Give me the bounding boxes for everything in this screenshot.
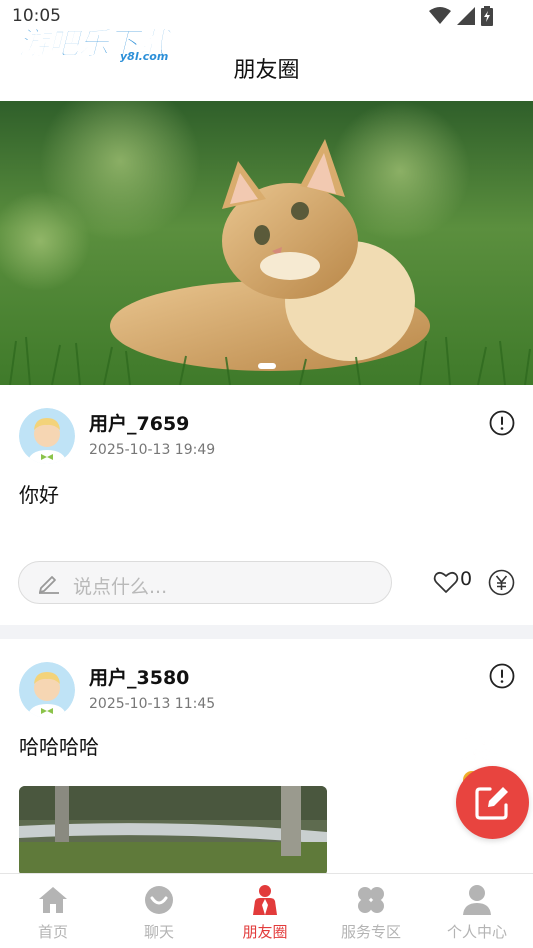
user-avatar-icon	[19, 662, 75, 718]
yuan-circle-icon	[488, 569, 515, 596]
user-avatar-icon	[19, 408, 75, 464]
page-title: 朋友圈	[233, 58, 300, 83]
edit-icon	[475, 787, 508, 820]
post-content: 哈哈哈哈	[19, 735, 99, 759]
post-content: 你好	[19, 483, 59, 507]
chat-icon	[145, 886, 173, 914]
post-divider	[0, 625, 533, 639]
avatar[interactable]	[19, 662, 75, 718]
status-icons	[429, 6, 493, 26]
report-button[interactable]	[489, 663, 515, 689]
profile-icon	[463, 885, 491, 915]
tab-label: 个人中心	[446, 923, 507, 941]
moments-icon	[253, 885, 277, 915]
signal-icon	[457, 7, 475, 25]
post-image[interactable]	[19, 786, 327, 876]
moments-screen: 10:05 游吧乐下载 y8l.com 朋友圈 用户_7659 2025-10-…	[0, 0, 533, 948]
bottom-tab-bar: 首页 聊天 朋友圈 服务专区 个人中心	[0, 873, 533, 948]
banner-image	[0, 101, 533, 385]
avatar[interactable]	[19, 408, 75, 464]
compose-post-button[interactable]	[456, 766, 529, 839]
tab-moments[interactable]: 朋友圈	[212, 874, 318, 948]
tab-label: 聊天	[143, 923, 174, 941]
tab-services[interactable]: 服务专区	[318, 874, 424, 948]
tab-chat[interactable]: 聊天	[106, 874, 212, 948]
pencil-icon	[39, 576, 59, 594]
exclamation-circle-icon	[489, 410, 515, 436]
comment-placeholder: 说点什么...	[73, 576, 168, 598]
tab-label: 服务专区	[340, 923, 401, 941]
banner-carousel[interactable]	[0, 101, 533, 385]
battery-icon	[481, 6, 493, 26]
post-username[interactable]: 用户_3580	[89, 663, 189, 690]
report-button[interactable]	[489, 410, 515, 436]
tab-profile[interactable]: 个人中心	[424, 874, 530, 948]
carousel-indicator[interactable]	[258, 363, 276, 369]
post-username[interactable]: 用户_7659	[89, 409, 189, 436]
heart-icon	[433, 571, 459, 593]
post-photo	[19, 786, 327, 876]
wifi-icon	[429, 7, 451, 24]
services-icon	[358, 887, 384, 913]
exclamation-circle-icon	[489, 663, 515, 689]
tab-home[interactable]: 首页	[0, 874, 106, 948]
svg-text:大派送: 大派送	[459, 748, 502, 765]
tab-label: 首页	[37, 923, 68, 941]
svg-text:红包: 红包	[465, 729, 495, 747]
post-timestamp: 2025-10-13 11:45	[89, 696, 216, 712]
post-timestamp: 2025-10-13 19:49	[89, 442, 216, 458]
tip-button[interactable]	[488, 569, 515, 596]
home-icon	[39, 887, 67, 913]
like-count: 0	[460, 568, 473, 590]
comment-input[interactable]: 说点什么...	[18, 561, 392, 604]
tab-label: 朋友圈	[242, 923, 288, 941]
like-button[interactable]	[433, 570, 459, 594]
